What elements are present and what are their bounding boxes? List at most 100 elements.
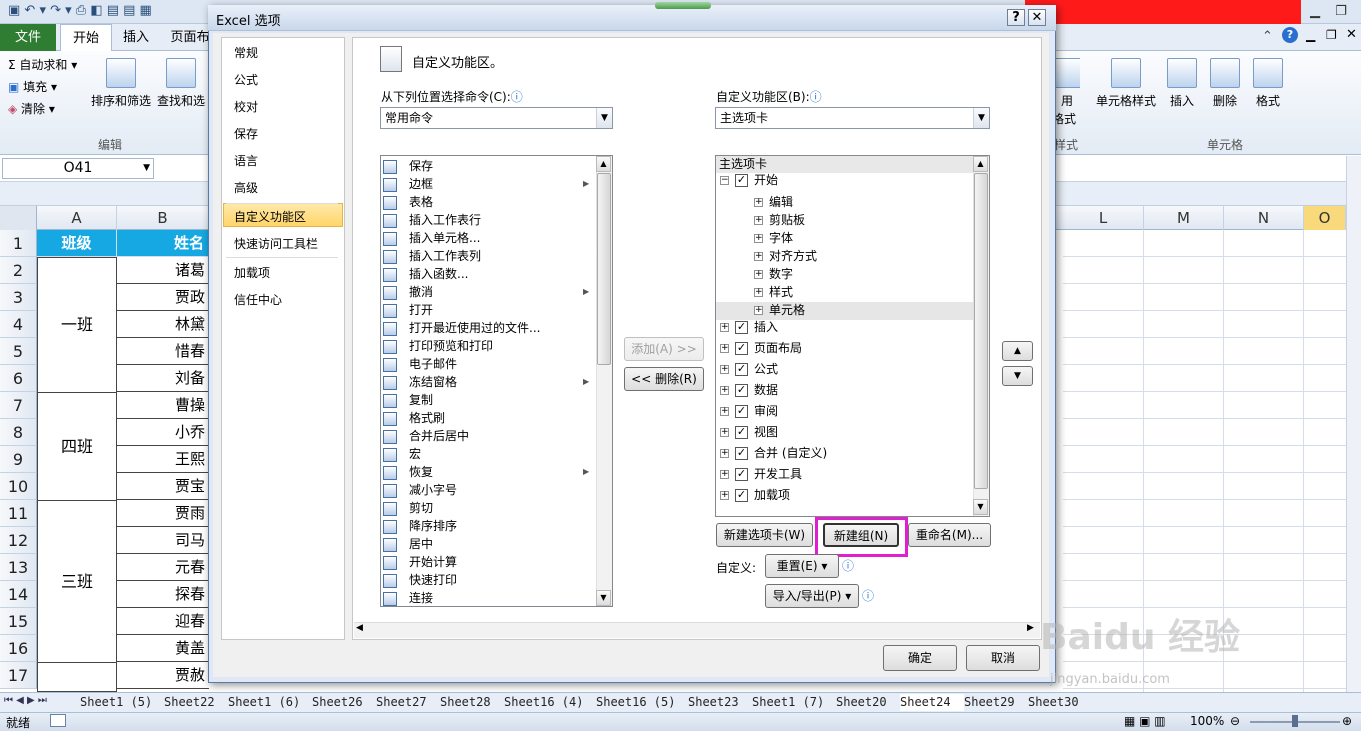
scroll-thumb[interactable] [974, 173, 988, 489]
panel-horizontal-scrollbar[interactable] [354, 622, 1040, 638]
doc-restore-icon[interactable]: ❐ [1326, 28, 1337, 42]
scroll-right-icon[interactable]: ▶ [1027, 623, 1034, 633]
zoom-out-icon[interactable]: ⊖ [1230, 714, 1240, 728]
expand-icon[interactable]: + [720, 365, 729, 374]
macro-record-icon[interactable] [50, 714, 66, 727]
checkbox-checked-icon[interactable]: ✓ [735, 342, 748, 355]
quick-access-toolbar[interactable]: ▣ ↶ ▾ ↷ ▾ ⎙ ◧ ▤ ▤ ▦ [8, 3, 208, 21]
cell-styles-button[interactable]: 单元格样式 [1088, 58, 1164, 109]
tree-tab-item[interactable]: + ✓ 视图 [720, 422, 778, 443]
class-cell[interactable]: 三班 [37, 500, 117, 663]
sheet-tab[interactable]: Sheet24 [900, 694, 964, 711]
column-header-N[interactable]: N [1224, 206, 1304, 230]
name-cell[interactable]: 贾赦 [117, 662, 209, 689]
customize-ribbon-dropdown[interactable]: 主选项卡 ▼ [715, 107, 990, 129]
nav-item[interactable]: 公式 [223, 68, 343, 92]
nav-item[interactable]: 校对 [223, 95, 343, 119]
command-list-item[interactable]: 复制 [381, 391, 595, 409]
command-list-item[interactable]: 撤消 [381, 283, 595, 301]
scroll-down-icon[interactable]: ▼ [596, 590, 611, 606]
command-list-item[interactable]: 开始计算 [381, 553, 595, 571]
header-cell-name[interactable]: 姓名 [117, 230, 209, 257]
row-header[interactable]: 10 [0, 473, 37, 500]
expand-icon[interactable]: + [754, 198, 763, 207]
help-icon[interactable]: ? [1007, 9, 1025, 26]
find-select-button[interactable]: 查找和选 [154, 58, 208, 109]
command-list-item[interactable]: 恢复 [381, 463, 595, 481]
column-header-M[interactable]: M [1144, 206, 1224, 230]
column-header-O[interactable]: O [1304, 206, 1346, 230]
class-cell[interactable]: 四班 [37, 392, 117, 501]
expand-icon[interactable]: + [754, 288, 763, 297]
name-cell[interactable]: 贾雨 [117, 500, 209, 527]
nav-item[interactable]: 常规 [223, 41, 343, 65]
command-list-item[interactable]: 插入工作表行 [381, 211, 595, 229]
insert-cells-button[interactable]: 插入 [1162, 58, 1202, 109]
choose-commands-dropdown[interactable]: 常用命令 ▼ [380, 107, 613, 129]
command-list-item[interactable]: 冻结窗格 [381, 373, 595, 391]
row-header[interactable]: 1 [0, 230, 37, 257]
name-cell[interactable]: 惜春 [117, 338, 209, 365]
sheet-nav-arrows-icon[interactable]: ⏮ ◀ ▶ ⏭ [4, 695, 47, 706]
command-list-item[interactable]: 保存 [381, 157, 595, 175]
name-box[interactable]: O41 ▼ [2, 158, 154, 179]
nav-item[interactable]: 信任中心 [223, 288, 343, 312]
row-header[interactable]: 12 [0, 527, 37, 554]
tree-tab-item[interactable]: + ✓ 合并 (自定义) [720, 443, 827, 464]
expand-icon[interactable]: + [720, 386, 729, 395]
expand-icon[interactable]: + [720, 344, 729, 353]
doc-close-icon[interactable]: ✕ [1346, 27, 1357, 42]
rename-button[interactable]: 重命名(M)... [908, 523, 991, 547]
command-list-item[interactable]: 居中 [381, 535, 595, 553]
command-list-item[interactable]: 打开 [381, 301, 595, 319]
row-header[interactable]: 8 [0, 419, 37, 446]
zoom-in-icon[interactable]: ⊕ [1342, 714, 1352, 728]
command-list-item[interactable]: 降序排序 [381, 517, 595, 535]
select-all-corner[interactable] [0, 206, 37, 230]
expand-icon[interactable]: + [754, 306, 763, 315]
vertical-scrollbar[interactable] [1346, 156, 1361, 692]
restore-icon[interactable]: ❐ [1328, 1, 1354, 23]
collapse-icon[interactable]: − [720, 176, 729, 185]
checkbox-checked-icon[interactable]: ✓ [735, 321, 748, 334]
expand-icon[interactable]: + [720, 470, 729, 479]
nav-item[interactable]: 高级 [223, 176, 343, 200]
sheet-tab[interactable]: Sheet22 [164, 694, 228, 711]
checkbox-checked-icon[interactable]: ✓ [735, 447, 748, 460]
name-cell[interactable]: 贾政 [117, 284, 209, 311]
checkbox-checked-icon[interactable]: ✓ [735, 426, 748, 439]
sheet-tab[interactable]: Sheet1 (6) [228, 694, 312, 711]
command-list-item[interactable]: 宏 [381, 445, 595, 463]
sheet-tab[interactable]: Sheet26 [312, 694, 376, 711]
scroll-down-icon[interactable]: ▼ [973, 499, 988, 515]
drag-handle[interactable] [655, 2, 711, 9]
sheet-tab[interactable]: Sheet1 (5) [80, 694, 164, 711]
name-cell[interactable]: 迎春 [117, 608, 209, 635]
delete-cells-button[interactable]: 删除 [1205, 58, 1245, 109]
tree-tab-item[interactable]: + ✓ 页面布局 [720, 338, 802, 359]
name-cell[interactable]: 元春 [117, 554, 209, 581]
name-cell[interactable]: 司马 [117, 527, 209, 554]
name-cell[interactable]: 小乔 [117, 419, 209, 446]
command-list-item[interactable]: 剪切 [381, 499, 595, 517]
tab-insert[interactable]: 插入 [114, 24, 158, 51]
row-header[interactable]: 14 [0, 581, 37, 608]
tree-tab-item[interactable]: + ✓ 公式 [720, 359, 778, 380]
checkbox-checked-icon[interactable]: ✓ [735, 405, 748, 418]
tree-item-home[interactable]: − ✓ 开始 [720, 170, 778, 191]
nav-item[interactable]: 快速访问工具栏 [223, 232, 343, 256]
sheet-tab[interactable]: Sheet1 (7) [752, 694, 836, 711]
column-header-L[interactable]: L [1063, 206, 1144, 230]
nav-item[interactable]: 加载项 [223, 261, 343, 285]
command-list-item[interactable]: 合并后居中 [381, 427, 595, 445]
ribbon-minimize-icon[interactable]: ⌃ [1262, 29, 1273, 44]
name-cell[interactable]: 林黛 [117, 311, 209, 338]
scroll-up-icon[interactable]: ▲ [973, 156, 988, 172]
sheet-tab[interactable]: Sheet30 [1028, 694, 1092, 711]
help-icon[interactable]: ? [1282, 27, 1298, 43]
checkbox-checked-icon[interactable]: ✓ [735, 468, 748, 481]
close-icon[interactable]: ✕ [1028, 9, 1046, 26]
tab-file[interactable]: 文件 [0, 24, 56, 51]
reset-button[interactable]: 重置(E) ▾ [765, 554, 839, 578]
cancel-button[interactable]: 取消 [966, 645, 1040, 671]
